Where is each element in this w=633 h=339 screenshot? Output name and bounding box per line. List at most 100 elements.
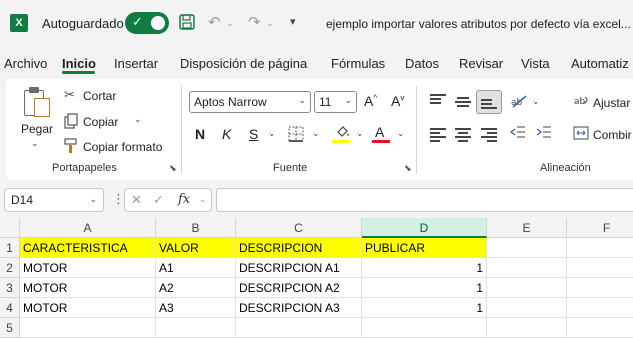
column-header-c[interactable]: C [236,218,362,238]
column-header-d[interactable]: D [362,218,487,238]
font-launcher-icon[interactable]: ⬊ [404,163,412,174]
cell-c5[interactable] [236,318,362,338]
cell-f5[interactable] [567,318,633,338]
align-middle-icon[interactable] [455,97,471,109]
borders-icon[interactable] [288,126,304,145]
fill-color-icon[interactable] [335,124,351,141]
clipboard-launcher-icon[interactable]: ⬊ [169,163,177,174]
cell-e4[interactable] [487,298,567,318]
tab-archivo[interactable]: Archivo [4,56,47,71]
cell-d4[interactable]: 1 [362,298,487,318]
cell-f2[interactable] [567,258,633,278]
cell-f1[interactable] [567,238,633,258]
enter-icon[interactable]: ✓ [153,192,164,208]
name-box[interactable]: D14 ⌄ [4,188,104,212]
cell-f4[interactable] [567,298,633,318]
decrease-indent-icon[interactable] [509,125,526,142]
redo-dropdown-icon[interactable]: ⌄ [266,18,274,29]
redo-icon[interactable]: ↷ [248,13,261,31]
tab-inicio[interactable]: Inicio [62,56,96,71]
row-header-3[interactable]: 3 [0,278,20,298]
tab-disposicion[interactable]: Disposición de página [180,56,307,71]
cell-e3[interactable] [487,278,567,298]
cell-b3[interactable]: A2 [156,278,236,298]
tab-revisar[interactable]: Revisar [459,56,503,71]
copy-button[interactable]: Copiar [83,115,118,129]
bold-button[interactable]: N [195,126,205,142]
align-top-icon[interactable] [430,94,446,106]
insert-function-icon[interactable]: fx [178,192,190,207]
cell-d5[interactable] [362,318,487,338]
cell-d2[interactable]: 1 [362,258,487,278]
formula-input[interactable] [216,188,633,212]
align-center-icon[interactable] [455,128,471,142]
cut-button[interactable]: Cortar [83,89,116,103]
cell-e2[interactable] [487,258,567,278]
font-size-select[interactable]: 11 ⌄ [314,91,357,113]
font-color-dropdown-icon[interactable]: ⌄ [397,128,405,139]
cell-b4[interactable]: A3 [156,298,236,318]
column-header-a[interactable]: A [20,218,156,238]
column-header-f[interactable]: F [567,218,633,238]
cell-a4[interactable]: MOTOR [20,298,156,318]
wrap-text-icon[interactable]: ab [574,94,590,111]
merge-center-button[interactable]: Combir [593,128,632,142]
wrap-text-button[interactable]: Ajustar [593,96,630,110]
tab-insertar[interactable]: Insertar [114,56,158,71]
customize-toolbar-icon[interactable]: ▾ [290,15,296,28]
paste-icon[interactable] [22,86,52,118]
underline-dropdown-icon[interactable]: ⌄ [268,128,276,139]
tab-formulas[interactable]: Fórmulas [331,56,385,71]
cell-a1[interactable]: CARACTERISTICA [20,238,156,258]
column-header-e[interactable]: E [487,218,567,238]
cell-f3[interactable] [567,278,633,298]
format-painter-button[interactable]: Copiar formato [83,140,162,154]
fill-color-dropdown-icon[interactable]: ⌄ [356,128,364,139]
align-left-icon[interactable] [430,128,446,142]
merge-center-icon[interactable] [573,126,589,143]
align-bottom-icon[interactable] [481,99,497,111]
tab-datos[interactable]: Datos [405,56,439,71]
select-all-corner[interactable] [0,218,20,238]
undo-dropdown-icon[interactable]: ⌄ [226,18,234,29]
cancel-icon[interactable]: ✕ [131,192,142,208]
cell-b5[interactable] [156,318,236,338]
font-name-select[interactable]: Aptos Narrow ⌄ [189,91,311,113]
cell-a5[interactable] [20,318,156,338]
save-icon[interactable] [178,13,196,35]
tab-vista[interactable]: Vista [521,56,550,71]
paste-dropdown-icon[interactable]: ⌄ [31,138,39,149]
column-header-b[interactable]: B [156,218,236,238]
document-title[interactable]: ejemplo importar valores atributos por d… [326,17,631,31]
tab-automatizar[interactable]: Automatiz [571,56,629,71]
chevron-down-icon[interactable]: ⌄ [199,194,207,205]
cell-e1[interactable] [487,238,567,258]
cell-c1[interactable]: DESCRIPCION [236,238,362,258]
shrink-font-icon[interactable]: Av [391,93,404,109]
row-header-4[interactable]: 4 [0,298,20,318]
copy-dropdown-icon[interactable]: ⌄ [134,114,142,125]
row-header-5[interactable]: 5 [0,318,20,338]
align-right-icon[interactable] [481,128,497,142]
orientation-icon[interactable]: ab [510,93,528,112]
font-color-button[interactable]: A [375,124,384,140]
cell-b1[interactable]: VALOR [156,238,236,258]
undo-icon[interactable]: ↶ [208,13,221,31]
increase-indent-icon[interactable] [536,125,552,142]
row-header-1[interactable]: 1 [0,238,20,258]
grow-font-icon[interactable]: A^ [364,93,377,109]
autosave-toggle[interactable]: ✓ [125,12,169,34]
cell-b2[interactable]: A1 [156,258,236,278]
cell-a2[interactable]: MOTOR [20,258,156,278]
italic-button[interactable]: K [222,126,231,142]
underline-button[interactable]: S [249,126,258,142]
cell-d3[interactable]: 1 [362,278,487,298]
cell-d1[interactable]: PUBLICAR [362,238,487,258]
paste-button-label[interactable]: Pegar [21,122,53,136]
cell-c3[interactable]: DESCRIPCION A2 [236,278,362,298]
cell-e5[interactable] [487,318,567,338]
orientation-dropdown-icon[interactable]: ⌄ [532,96,540,107]
row-header-2[interactable]: 2 [0,258,20,278]
cell-c4[interactable]: DESCRIPCION A3 [236,298,362,318]
borders-dropdown-icon[interactable]: ⌄ [312,128,320,139]
